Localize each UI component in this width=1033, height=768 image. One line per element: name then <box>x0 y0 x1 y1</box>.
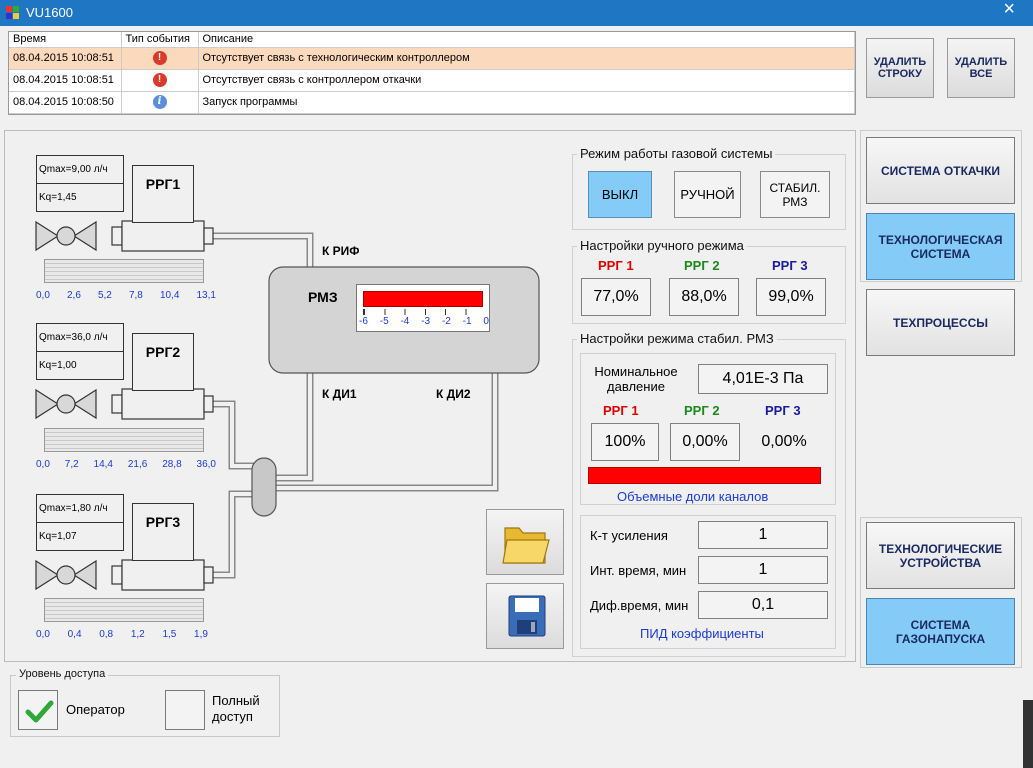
rrg2-label: РРГ2 <box>132 333 194 391</box>
stab-legend: Настройки режима стабил. РМЗ <box>577 331 777 346</box>
rrg3-label: РРГ3 <box>132 503 194 561</box>
pid-dif-label: Диф.время, мин <box>590 598 689 613</box>
manual-rrg3-value[interactable]: 99,0% <box>756 278 826 316</box>
rrg2-scale: 0,0 7,2 14,4 21,6 28,8 36,0 <box>36 459 216 470</box>
rrg1-info: Qmax=9,00 л/ч Kq=1,45 <box>36 155 124 212</box>
rrg3-scale: 0,0 0,4 0,8 1,2 1,5 1,9 <box>36 629 208 640</box>
manual-rrg2-label: РРГ 2 <box>684 258 720 273</box>
nominal-pressure-label: Номинальное давление <box>594 364 678 394</box>
mode-stab-button[interactable]: СТАБИЛ. РМЗ <box>760 171 830 218</box>
fractions-bar-fill <box>589 468 820 483</box>
rrg3-kq: Kq=1,07 <box>39 530 77 542</box>
rmz-ticks: -6 -5 -4 -3 -2 -1 0 <box>359 316 489 327</box>
stab-rrg2-value[interactable]: 0,00% <box>670 423 740 461</box>
save-button[interactable] <box>486 583 564 649</box>
operator-label: Оператор <box>66 702 125 717</box>
rrg2-info: Qmax=36,0 л/ч Kq=1,00 <box>36 323 124 380</box>
side-strip <box>1023 700 1033 768</box>
rmz-gauge-fill <box>363 291 483 307</box>
full-access-checkbox[interactable] <box>165 690 205 730</box>
manual-rrg1-label: РРГ 1 <box>598 258 634 273</box>
nominal-pressure-value[interactable]: 4,01Е-3 Па <box>698 364 828 394</box>
stab-rrg3-label: РРГ 3 <box>765 403 801 418</box>
rrg1-qmax: Qmax=9,00 л/ч <box>37 156 123 184</box>
rmz-gauge: -6 -5 -4 -3 -2 -1 0 <box>356 284 490 332</box>
fractions-bar <box>588 467 821 484</box>
stab-rrg1-label: РРГ 1 <box>603 403 639 418</box>
stab-rrg1-value[interactable]: 100% <box>591 423 659 461</box>
rrg1-kq: Kq=1,45 <box>39 191 77 203</box>
rrg2-scale-bar <box>44 428 204 452</box>
checkmark-icon <box>25 700 54 723</box>
nav-tech-processes[interactable]: ТЕХПРОЦЕССЫ <box>866 289 1015 356</box>
rrg3-scale-bar <box>44 598 204 622</box>
k-di2-label: К ДИ2 <box>436 387 471 401</box>
manifold <box>251 457 277 517</box>
rrg2-kq: Kq=1,00 <box>39 359 77 371</box>
access-legend: Уровень доступа <box>16 668 109 680</box>
nav-tech-devices[interactable]: ТЕХНОЛОГИЧЕСКИЕ УСТРОЙСТВА <box>866 522 1015 589</box>
pid-gain-label: К-т усиления <box>590 528 668 543</box>
k-rif-label: К РИФ <box>322 244 360 258</box>
delete-all-button[interactable]: УДАЛИТЬ ВСЕ <box>947 38 1015 98</box>
nav-pumping-system[interactable]: СИСТЕМА ОТКАЧКИ <box>866 137 1015 204</box>
open-folder-button[interactable] <box>486 509 564 575</box>
folder-icon <box>502 527 550 564</box>
rrg3-qmax: Qmax=1,80 л/ч <box>37 495 123 523</box>
manual-legend: Настройки ручного режима <box>577 238 747 253</box>
floppy-disk-icon <box>508 595 546 637</box>
mode-off-button[interactable]: ВЫКЛ <box>588 171 652 218</box>
pid-int-value[interactable]: 1 <box>698 556 828 584</box>
pid-gain-value[interactable]: 1 <box>698 521 828 549</box>
manual-rrg1-value[interactable]: 77,0% <box>581 278 651 316</box>
rrg1-label: РРГ1 <box>132 165 194 223</box>
stab-rrg3-value: 0,00% <box>761 433 807 450</box>
delete-row-button[interactable]: УДАЛИТЬ СТРОКУ <box>866 38 934 98</box>
stab-rrg2-label: РРГ 2 <box>684 403 720 418</box>
rmz-label: РМЗ <box>308 289 338 305</box>
rrg2-qmax: Qmax=36,0 л/ч <box>37 324 123 352</box>
rrg1-scale: 0,0 2,6 5,2 7,8 10,4 13,1 <box>36 290 216 301</box>
pid-dif-value[interactable]: 0,1 <box>698 591 828 619</box>
operator-checkbox[interactable] <box>18 690 58 730</box>
gas-mode-legend: Режим работы газовой системы <box>577 146 776 161</box>
rrg1-scale-bar <box>44 259 204 283</box>
fractions-label: Объемные доли каналов <box>617 489 769 504</box>
full-access-label: Полный доступ <box>212 693 260 724</box>
mode-manual-button[interactable]: РУЧНОЙ <box>674 171 741 218</box>
manual-rrg3-label: РРГ 3 <box>772 258 808 273</box>
rrg3-info: Qmax=1,80 л/ч Kq=1,07 <box>36 494 124 551</box>
nav-gas-inlet-system[interactable]: СИСТЕМА ГАЗОНАПУСКА <box>866 598 1015 665</box>
close-icon[interactable]: × <box>1003 0 1015 21</box>
manual-rrg2-value[interactable]: 88,0% <box>669 278 739 316</box>
pid-int-label: Инт. время, мин <box>590 563 687 578</box>
k-di1-label: К ДИ1 <box>322 387 357 401</box>
nav-tech-system[interactable]: ТЕХНОЛОГИЧЕСКАЯ СИСТЕМА <box>866 213 1015 280</box>
pid-footer: ПИД коэффициенты <box>640 626 764 641</box>
